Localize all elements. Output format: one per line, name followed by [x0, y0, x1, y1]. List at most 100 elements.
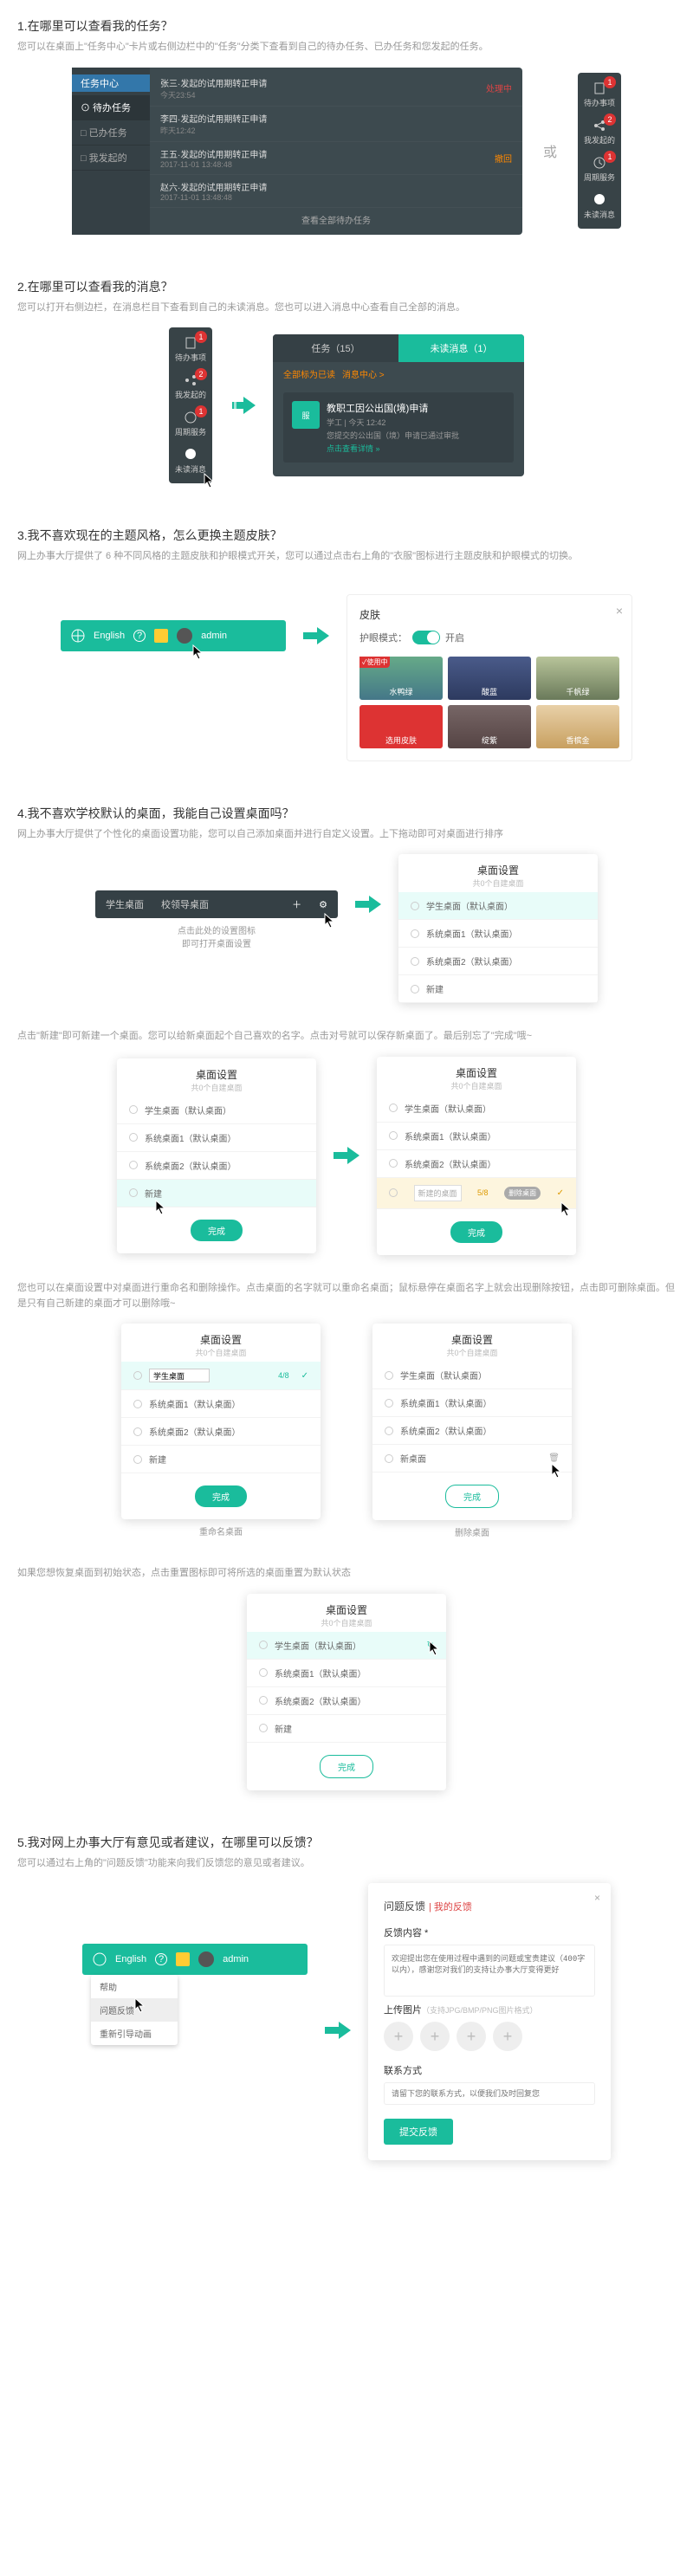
- dlg-row[interactable]: 系统桌面2（默认桌面）: [398, 948, 598, 975]
- dlg-row[interactable]: 系统桌面1（默认桌面）: [247, 1660, 446, 1687]
- shirt-icon[interactable]: [154, 629, 168, 643]
- ok-button[interactable]: 完成: [445, 1485, 499, 1508]
- submit-button[interactable]: 提交反馈: [384, 2119, 453, 2145]
- delete-button[interactable]: 删除桌面: [504, 1187, 541, 1200]
- mini-mine[interactable]: 2我发起的: [578, 113, 621, 151]
- dlg-new[interactable]: 新建: [398, 975, 598, 1003]
- avatar[interactable]: [177, 628, 192, 644]
- side-mine[interactable]: □ 我发起的: [72, 146, 150, 171]
- mini-mine[interactable]: 2我发起的: [169, 368, 212, 405]
- close-icon[interactable]: ×: [594, 1892, 600, 1904]
- skin-option[interactable]: 绽紫: [448, 705, 531, 748]
- mini-msg[interactable]: 未读消息: [578, 188, 621, 225]
- section-5: 5.我对网上办事大厅有意见或者建议，在哪里可以反馈？ 您可以通过右上角的"问题反…: [0, 1816, 693, 2187]
- add-icon[interactable]: ＋: [292, 897, 301, 911]
- dlg-row[interactable]: 系统桌面1（默认桌面）: [372, 1389, 572, 1417]
- dlg-row[interactable]: 系统桌面1（默认桌面）: [377, 1123, 576, 1150]
- ok-button[interactable]: 完成: [320, 1755, 373, 1778]
- ok-button[interactable]: 完成: [195, 1485, 247, 1507]
- arrow-icon: [303, 627, 329, 644]
- radio-icon: [411, 957, 419, 966]
- my-feedback-link[interactable]: | 我的反馈: [429, 1902, 472, 1913]
- shirt-icon[interactable]: [176, 1952, 190, 1966]
- arrow-icon: [325, 2022, 351, 2039]
- mini-cycle[interactable]: 1周期服务: [578, 151, 621, 188]
- side-done[interactable]: □ 已办任务: [72, 120, 150, 146]
- user-label: admin: [201, 631, 227, 641]
- mini-todo[interactable]: 1待办事项: [169, 331, 212, 368]
- feedback-textarea[interactable]: [384, 1945, 595, 1997]
- dlg-row[interactable]: 系统桌面1（默认桌面）: [398, 920, 598, 948]
- upload-button[interactable]: +: [457, 2022, 486, 2051]
- menu-guide[interactable]: 重新引导动画: [91, 2022, 178, 2045]
- dlg-row[interactable]: 学生桌面（默认桌面）: [372, 1362, 572, 1389]
- dlg-new[interactable]: 新建: [117, 1180, 316, 1207]
- dlg-rename-row[interactable]: 4/8✓: [121, 1362, 321, 1390]
- dlg-edit-row[interactable]: 新建的桌面 5/8 删除桌面 ✓: [377, 1178, 576, 1209]
- gear-icon[interactable]: ⚙: [319, 899, 327, 910]
- tab-unread[interactable]: 未读消息（1）: [398, 334, 524, 362]
- ok-button[interactable]: 完成: [450, 1221, 502, 1243]
- ok-button[interactable]: 完成: [191, 1220, 243, 1241]
- skin-option[interactable]: 选用皮肤: [359, 705, 443, 748]
- dlg-row[interactable]: 系统桌面2（默认桌面）: [247, 1687, 446, 1715]
- arrow-icon: [334, 1147, 359, 1164]
- skin-grid: 水鸭绿✓使用中酸蓝千帆绿选用皮肤绽紫香槟金: [359, 657, 619, 748]
- msg-link[interactable]: 点击查看详情 »: [327, 443, 459, 454]
- dlg-row[interactable]: 系统桌面1（默认桌面）: [121, 1390, 321, 1418]
- skin-option[interactable]: 千帆绿: [536, 657, 619, 700]
- message-card[interactable]: 服 教职工因公出国(境)申请 学工 | 今天 12:42 您提交的公出国（境）申…: [283, 392, 514, 463]
- dlg-row[interactable]: 系统桌面2（默认桌面）: [117, 1152, 316, 1180]
- dlg-row[interactable]: 学生桌面（默认桌面）: [377, 1095, 576, 1123]
- dlg-row[interactable]: 系统桌面2（默认桌面）: [121, 1418, 321, 1446]
- skin-option[interactable]: 香槟金: [536, 705, 619, 748]
- help-icon[interactable]: ?: [155, 1953, 167, 1965]
- task-row[interactable]: 张三·发起的试用期转正申请今天23:54处理中: [150, 71, 522, 107]
- dlg-new[interactable]: 新建: [247, 1715, 446, 1743]
- view-all-tasks[interactable]: 查看全部待办任务: [150, 208, 522, 231]
- mini-cycle[interactable]: 1周期服务: [169, 405, 212, 443]
- name-input[interactable]: 新建的桌面: [414, 1185, 462, 1201]
- mini-todo[interactable]: 1待办事项: [578, 76, 621, 113]
- dlg-row[interactable]: 系统桌面2（默认桌面）: [377, 1150, 576, 1178]
- check-icon[interactable]: ✓: [301, 1371, 308, 1381]
- menu-help[interactable]: 帮助: [91, 1975, 178, 1998]
- msg-center-link[interactable]: 消息中心 >: [342, 371, 385, 380]
- dlg-row[interactable]: 学生桌面（默认桌面）↻: [247, 1632, 446, 1660]
- q4-desc4: 如果您想恢复桌面到初始状态，点击重置图标即可将所选的桌面重置为默认状态: [17, 1566, 676, 1582]
- contact-input[interactable]: [384, 2082, 595, 2105]
- lang-label[interactable]: English: [115, 1954, 146, 1964]
- dlg-row[interactable]: 系统桌面1（默认桌面）: [117, 1124, 316, 1152]
- task-row[interactable]: 赵六·发起的试用期转正申请2017-11-01 13:48:48: [150, 175, 522, 208]
- close-icon[interactable]: ×: [616, 604, 623, 618]
- contact-label: 联系方式: [384, 2063, 595, 2077]
- dlg-row[interactable]: 学生桌面（默认桌面）: [398, 892, 598, 920]
- lang-label[interactable]: English: [94, 631, 125, 641]
- tab-leader[interactable]: 校领导桌面: [161, 897, 209, 911]
- section-4: 4.我不喜欢学校默认的桌面，我能自己设置桌面吗？ 网上办事大厅提供了个性化的桌面…: [0, 787, 693, 1816]
- avatar[interactable]: [198, 1951, 214, 1967]
- dlg-new[interactable]: 新建: [121, 1446, 321, 1473]
- upload-button[interactable]: +: [493, 2022, 522, 2051]
- check-icon[interactable]: ✓: [557, 1188, 564, 1198]
- skin-option[interactable]: 酸蓝: [448, 657, 531, 700]
- eye-toggle[interactable]: [412, 631, 440, 644]
- dlg-row[interactable]: 系统桌面2（默认桌面）: [372, 1417, 572, 1445]
- upload-button[interactable]: +: [384, 2022, 413, 2051]
- mark-all-read[interactable]: 全部标为已读: [283, 371, 335, 380]
- rename-input[interactable]: [149, 1369, 210, 1382]
- task-row[interactable]: 王五·发起的试用期转正申请2017-11-01 13:48:48撤回: [150, 142, 522, 175]
- side-todo[interactable]: ⊙ 待办任务: [72, 95, 150, 120]
- trash-icon[interactable]: 🗑: [548, 1453, 560, 1463]
- upload-button[interactable]: +: [420, 2022, 450, 2051]
- task-row[interactable]: 李四·发起的试用期转正申请昨天12:42: [150, 107, 522, 142]
- section-2: 2.在哪里可以查看我的消息？ 您可以打开右侧边栏，在消息栏目下查看到自己的未读消…: [0, 261, 693, 510]
- q3-desc: 网上办事大厅提供了 6 种不同风格的主题皮肤和护眼模式开关，您可以通过点击右上角…: [17, 549, 676, 565]
- skin-option[interactable]: 水鸭绿✓使用中: [359, 657, 443, 700]
- tab-tasks[interactable]: 任务（15）: [273, 334, 398, 362]
- dlg-row[interactable]: 学生桌面（默认桌面）: [117, 1097, 316, 1124]
- tab-student[interactable]: 学生桌面: [106, 897, 144, 911]
- dlg-row-del[interactable]: 新桌面🗑: [372, 1445, 572, 1472]
- help-icon[interactable]: ?: [133, 630, 146, 642]
- radio-icon: [411, 902, 419, 910]
